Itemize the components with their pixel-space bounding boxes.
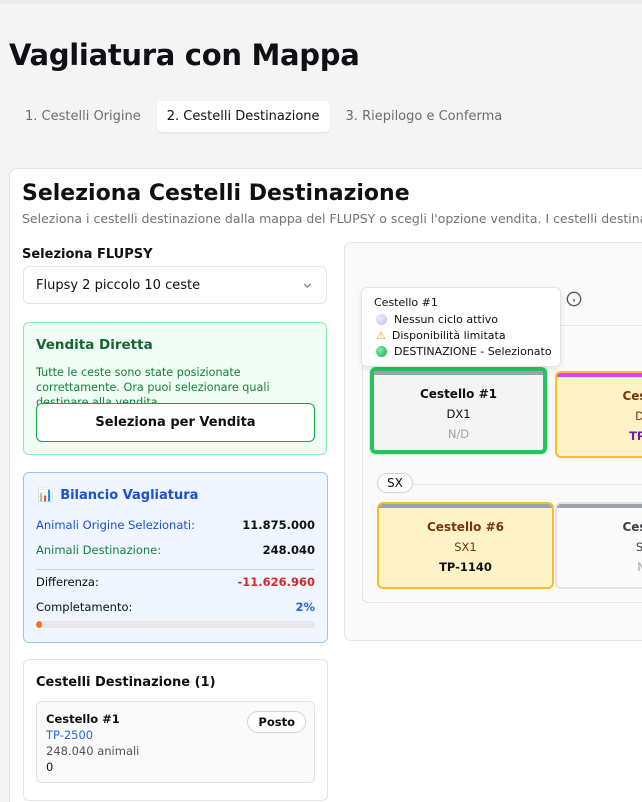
dest-item-extra: 0 xyxy=(46,760,54,774)
basket-name: Cestel xyxy=(622,520,642,534)
step-tabs: 1. Cestelli Origine 2. Cestelli Destinaz… xyxy=(9,96,642,136)
origine-value: 11.875.000 xyxy=(242,518,315,532)
basket-code: N/D xyxy=(447,427,470,441)
basket-code: N/ xyxy=(637,560,642,574)
row-divider xyxy=(413,484,642,485)
divider xyxy=(36,569,315,570)
tab-cestelli-origine[interactable]: 1. Cestelli Origine xyxy=(15,101,151,132)
flupsy-label: Seleziona FLUPSY xyxy=(22,247,153,262)
differenza-row: Differenza: -11.626.960 xyxy=(36,575,315,589)
destination-card: Seleziona Cestelli Destinazione Selezion… xyxy=(9,168,642,802)
basket-position: DX xyxy=(635,409,642,423)
tooltip-row: Nessun ciclo attivo xyxy=(376,313,498,326)
basket-name: Cestello #1 xyxy=(419,387,497,401)
flupsy-select[interactable]: Flupsy 2 piccolo 10 ceste xyxy=(23,266,327,304)
basket-topline xyxy=(557,504,642,508)
list-item: Cestello #1 TP-2500 248.040 animali 0 Po… xyxy=(36,701,315,783)
page-title: Vagliatura con Mappa xyxy=(9,38,360,72)
basket-name: Cestel xyxy=(622,389,642,403)
bilancio-title: 📊 Bilancio Vagliatura xyxy=(37,488,198,503)
tooltip-row-label: Disponibilità limitata xyxy=(391,329,506,342)
basket-dx2[interactable]: Cestel DX TP-1 xyxy=(555,371,642,458)
differenza-value: -11.626.960 xyxy=(237,575,315,589)
top-bar xyxy=(0,0,642,4)
dest-item-animals: 248.040 animali xyxy=(46,744,140,758)
tooltip-row: ⚠ Disponibilità limitata xyxy=(376,329,506,342)
green-dot-icon xyxy=(376,346,387,357)
tab-riepilogo-conferma[interactable]: 3. Riepilogo e Conferma xyxy=(336,101,513,132)
basket-topline xyxy=(379,504,552,508)
tooltip-row-label: DESTINAZIONE - Selezionato xyxy=(394,345,552,358)
basket-position: SX xyxy=(636,540,642,554)
destinazione-row: Animali Destinazione: 248.040 xyxy=(36,543,315,557)
tooltip-row: DESTINAZIONE - Selezionato xyxy=(376,345,552,358)
basket-code: TP-1 xyxy=(629,429,642,443)
completamento-progress-bar xyxy=(36,621,315,628)
bilancio-panel: 📊 Bilancio Vagliatura Animali Origine Se… xyxy=(23,472,328,643)
progress-fill xyxy=(36,621,42,628)
dest-item-name: Cestello #1 xyxy=(46,712,120,726)
basket-name: Cestello #6 xyxy=(426,520,504,534)
basket-code: TP-1140 xyxy=(439,560,492,574)
tooltip-row-label: Nessun ciclo attivo xyxy=(394,313,498,326)
chart-icon: 📊 xyxy=(37,488,54,503)
vendita-diretta-panel: Vendita Diretta Tutte le ceste sono stat… xyxy=(23,322,327,455)
tab-cestelli-destinazione[interactable]: 2. Cestelli Destinazione xyxy=(156,100,330,132)
origine-label: Animali Origine Selezionati: xyxy=(36,518,195,532)
basket-position: SX1 xyxy=(454,540,477,554)
completamento-value: 2% xyxy=(295,600,315,614)
flupsy-selected-value: Flupsy 2 piccolo 10 ceste xyxy=(36,277,201,293)
basket-tooltip: Cestello #1 Nessun ciclo attivo ⚠ Dispon… xyxy=(361,287,561,367)
dest-item-code: TP-2500 xyxy=(46,728,94,742)
completamento-row: Completamento: 2% xyxy=(36,600,315,614)
chevron-down-icon xyxy=(303,283,312,288)
row-label-sx: SX xyxy=(377,473,413,493)
vendita-title: Vendita Diretta xyxy=(36,337,153,353)
destinazioni-panel: Cestelli Destinazione (1) Cestello #1 TP… xyxy=(23,659,328,801)
purple-dot-icon xyxy=(376,314,387,325)
warning-icon: ⚠ xyxy=(376,329,386,342)
tooltip-title: Cestello #1 xyxy=(374,296,438,309)
origine-row: Animali Origine Selezionati: 11.875.000 xyxy=(36,518,315,532)
section-title: Seleziona Cestelli Destinazione xyxy=(22,181,410,206)
basket-topline xyxy=(557,373,642,377)
basket-topline xyxy=(374,371,543,375)
destinazione-label: Animali Destinazione: xyxy=(36,543,162,557)
seleziona-vendita-button[interactable]: Seleziona per Vendita xyxy=(36,403,315,442)
section-subtitle: Seleziona i cestelli destinazione dalla … xyxy=(22,211,642,226)
info-icon[interactable] xyxy=(566,291,582,307)
basket-cestello-6[interactable]: Cestello #6 SX1 TP-1140 xyxy=(377,502,554,589)
bilancio-title-text: Bilancio Vagliatura xyxy=(60,488,199,503)
basket-position: DX1 xyxy=(446,407,471,421)
destinazioni-title: Cestelli Destinazione (1) xyxy=(36,675,216,690)
basket-sx2[interactable]: Cestel SX N/ xyxy=(555,502,642,589)
differenza-label: Differenza: xyxy=(36,575,99,589)
completamento-label: Completamento: xyxy=(36,600,133,614)
destinazione-value: 248.040 xyxy=(262,543,315,557)
status-badge: Posto xyxy=(247,711,306,733)
basket-cestello-1[interactable]: Cestello #1 DX1 N/D xyxy=(370,367,547,454)
